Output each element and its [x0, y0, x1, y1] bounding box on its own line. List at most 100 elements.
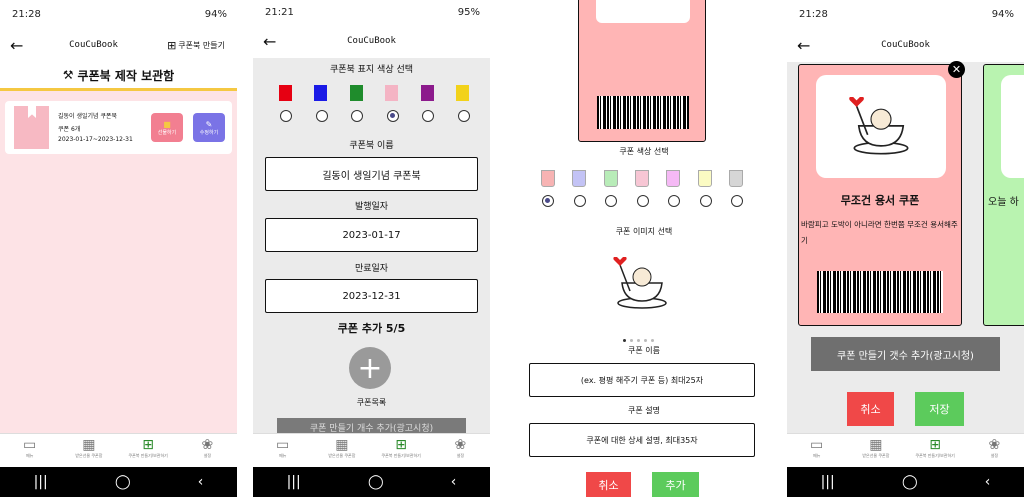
- coupon-swatch-lavender[interactable]: [572, 170, 587, 187]
- coupon-image-picker[interactable]: [612, 256, 672, 311]
- book-swatch-blue[interactable]: [314, 85, 328, 101]
- radio-yellow[interactable]: [457, 110, 470, 122]
- recents-icon[interactable]: |||: [821, 474, 835, 490]
- cover-color-title: 쿠폰북 표지 색상 선택: [329, 65, 414, 75]
- close-icon: ✕: [951, 63, 962, 76]
- status-battery: 94%: [991, 8, 1014, 20]
- coupon-cancel-button[interactable]: 취소: [586, 472, 631, 497]
- shop-icon: ▭: [276, 437, 290, 453]
- coupon-card[interactable]: 무조건 용서 쿠폰 바람피고 도박이 아니라면 한번쯤 무조건 용서해주기: [798, 64, 962, 326]
- nav-menu[interactable]: ▭ 메뉴: [258, 437, 308, 459]
- coupon-swatch-violet[interactable]: [666, 170, 681, 187]
- coupon-radio-3[interactable]: [605, 195, 617, 207]
- nav-gift-box[interactable]: ▦ 받은선물 쿠폰함: [64, 437, 114, 459]
- plus-icon: +: [357, 350, 383, 386]
- system-nav-bar: ||| ◯ ‹: [0, 467, 237, 497]
- expire-date-field[interactable]: 2023-12-31: [265, 279, 478, 313]
- book-swatch-red[interactable]: [279, 85, 292, 101]
- system-nav-bar: ||| ◯ ‹: [253, 467, 490, 497]
- home-icon[interactable]: ◯: [368, 474, 384, 490]
- coupon-swatch-pink[interactable]: [541, 170, 555, 187]
- status-time: 21:28: [12, 8, 41, 20]
- nav-make-book[interactable]: ⊞ 쿠폰북 만들기/보관하기: [376, 437, 426, 459]
- status-time: 21:21: [265, 6, 294, 18]
- coupon-name-input[interactable]: (ex. 평평 해주기 쿠폰 등) 최대25자: [529, 363, 755, 397]
- recents-icon[interactable]: |||: [34, 474, 48, 490]
- book-name-field[interactable]: 길동이 생일기념 쿠폰북: [265, 157, 478, 191]
- recents-icon[interactable]: |||: [287, 474, 301, 490]
- system-back-icon[interactable]: ‹: [985, 474, 991, 490]
- add-coupon-button[interactable]: +: [349, 347, 391, 389]
- add-box-icon: ⊞: [142, 437, 154, 453]
- coupon-radio-4[interactable]: [636, 195, 649, 207]
- coupon-radio-6[interactable]: [699, 195, 712, 207]
- flower-icon: ❀: [454, 437, 467, 453]
- radio-red[interactable]: [280, 110, 292, 122]
- nav-make-book[interactable]: ⊞ 쿠폰북 만들기/보관하기: [910, 437, 960, 459]
- screen-coupon-library: 21:28 94% ← CouCuBook ⊞ 쿠폰북 만들기 ⚒ 쿠폰북 제작…: [0, 0, 237, 497]
- status-time: 21:28: [799, 8, 828, 20]
- home-icon[interactable]: ◯: [115, 474, 131, 490]
- coupon-radio-7[interactable]: [731, 195, 743, 207]
- book-swatch-yellow[interactable]: [455, 85, 469, 101]
- library-banner: ⚒ 쿠폰북 제작 보관함: [0, 62, 237, 91]
- carousel-cancel-button[interactable]: 취소: [847, 392, 894, 426]
- coupon-swatch-green[interactable]: [603, 170, 618, 187]
- coupon-card-desc: 바람피고 도박이 아니라면 한번쯤 무조건 용서해주기: [801, 220, 958, 245]
- gift-icon: ■: [163, 119, 171, 129]
- delete-coupon-button[interactable]: ✕: [948, 61, 965, 78]
- nav-menu[interactable]: ▭ 메뉴: [5, 437, 55, 459]
- system-nav-bar: ||| ◯ ‹: [787, 467, 1024, 497]
- edit-label: 수정하기: [199, 129, 219, 136]
- coupon-card-title: 무조건 용서 쿠폰: [840, 194, 920, 207]
- book-swatch-green[interactable]: [349, 85, 363, 101]
- nav-settings[interactable]: ❀ 설정: [435, 437, 485, 459]
- radio-pink[interactable]: [386, 110, 399, 122]
- edit-button[interactable]: ✎ 수정하기: [193, 113, 225, 142]
- coupon-add-button[interactable]: 추가: [652, 472, 699, 497]
- nav-menu[interactable]: ▭ 메뉴: [792, 437, 842, 459]
- gift-button[interactable]: ■ 선물하기: [151, 113, 183, 142]
- radio-purple[interactable]: [422, 110, 435, 122]
- coupon-preview-barcode: [597, 96, 689, 129]
- coupon-desc-input[interactable]: 쿠폰에 대한 상세 설명, 최대35자: [529, 423, 755, 457]
- coupon-swatch-gray[interactable]: [728, 170, 743, 187]
- ad-watch-button[interactable]: 쿠폰 만들기 갯수 추가(광고시청): [811, 337, 1000, 371]
- nav-gift-box[interactable]: ▦ 받은선물 쿠폰함: [317, 437, 367, 459]
- status-battery: 94%: [204, 8, 227, 20]
- make-coupon-book-button[interactable]: ⊞ 쿠폰북 만들기: [167, 39, 225, 52]
- add-box-icon: ⊞: [395, 437, 407, 453]
- screen-coupon-carousel: 21:28 94% ← CouCuBook 무조건 용서 쿠폰 바람피고 도박이…: [787, 0, 1024, 497]
- next-coupon-image: [1001, 75, 1024, 178]
- radio-blue[interactable]: [315, 110, 328, 122]
- app-bar: ← CouCuBook: [253, 24, 490, 58]
- expire-date-label: 만료일자: [354, 264, 389, 274]
- carousel-save-button[interactable]: 저장: [915, 392, 964, 426]
- coupon-radio-2[interactable]: [573, 195, 586, 207]
- issue-date-label: 발행일자: [354, 202, 389, 212]
- coupon-image-title: 쿠폰 이미지 선택: [615, 227, 673, 236]
- radio-green[interactable]: [351, 110, 364, 122]
- system-back-icon[interactable]: ‹: [198, 474, 204, 490]
- nav-gift-box[interactable]: ▦ 받은선물 쿠폰함: [851, 437, 901, 459]
- coupon-book-card[interactable]: 길동이 생일기념 쿠폰북 쿠폰 6개 2023-01-17~2023-12-31…: [5, 101, 232, 154]
- nav-settings[interactable]: ❀ 설정: [969, 437, 1019, 459]
- nav-make-book[interactable]: ⊞ 쿠폰북 만들기/보관하기: [123, 437, 173, 459]
- add-box-icon: ⊞: [929, 437, 941, 453]
- system-back-icon[interactable]: ‹: [451, 474, 457, 490]
- coupon-swatch-rose[interactable]: [634, 170, 649, 187]
- image-page-dots: [623, 339, 654, 342]
- nav-settings[interactable]: ❀ 설정: [182, 437, 232, 459]
- coupon-swatch-yellow[interactable]: [697, 170, 712, 187]
- book-swatch-pink[interactable]: [385, 85, 399, 101]
- home-icon[interactable]: ◯: [902, 474, 918, 490]
- screen-coupon-book-editor: 21:21 95% ← CouCuBook 쿠폰북 표지 색상 선택 쿠폰북 이…: [253, 0, 490, 497]
- book-swatch-purple[interactable]: [420, 85, 434, 101]
- coupon-preview-image: [596, 0, 690, 23]
- shop-icon: ▭: [810, 437, 824, 453]
- coupon-radio-5[interactable]: [668, 195, 680, 207]
- teacup-character-icon: [849, 96, 909, 154]
- next-coupon-card[interactable]: 오늘 하: [983, 64, 1024, 326]
- coupon-radio-1[interactable]: [542, 195, 554, 207]
- issue-date-field[interactable]: 2023-01-17: [265, 218, 478, 252]
